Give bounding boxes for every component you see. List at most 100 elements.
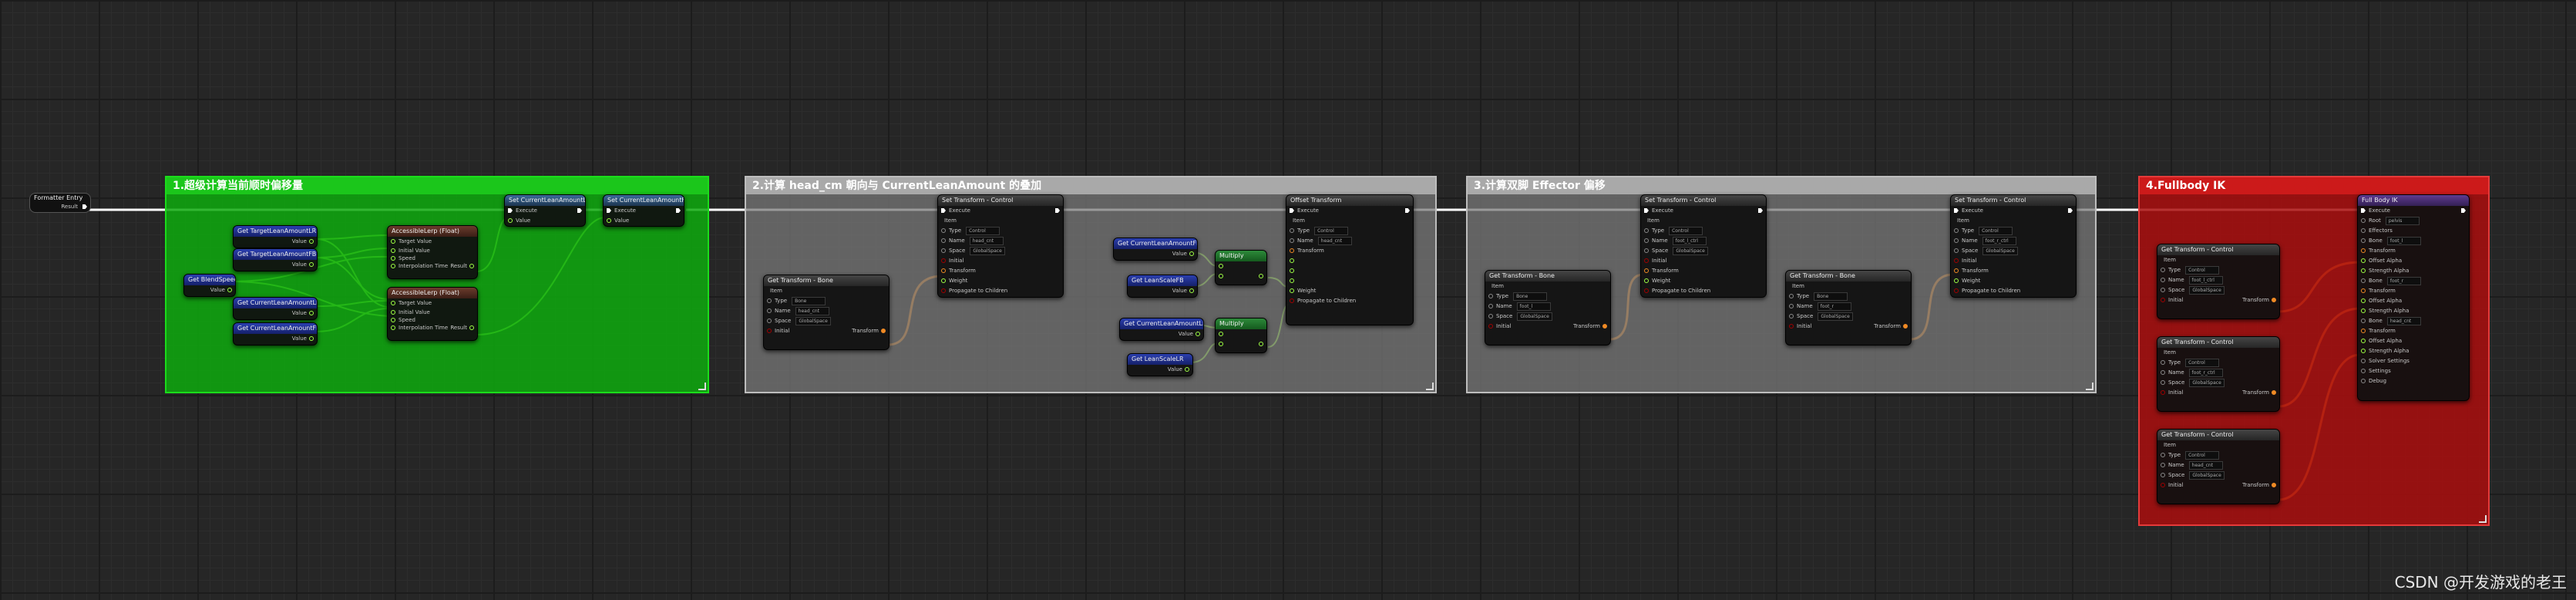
value-pin[interactable]: [607, 218, 611, 223]
propagate-pin[interactable]: [941, 288, 946, 293]
offset-alpha-pin-2[interactable]: [2361, 298, 2366, 303]
result-out-pin[interactable]: [1259, 342, 1263, 346]
speed-pin[interactable]: [391, 256, 395, 261]
value-out-pin[interactable]: [309, 262, 314, 267]
initial-pin[interactable]: [1488, 324, 1493, 329]
set-transform-control-node[interactable]: Set Transform - Control Execute Item Typ…: [937, 194, 1064, 298]
resize-handle[interactable]: [2086, 383, 2093, 390]
transform-in-pin[interactable]: [1954, 268, 1959, 273]
space-pin[interactable]: [1954, 248, 1959, 253]
b-pin[interactable]: [1219, 274, 1223, 278]
initial-pin[interactable]: [2161, 298, 2165, 302]
name-value[interactable]: foot_l_ctrl: [1672, 236, 1707, 245]
x-pin[interactable]: [1290, 258, 1294, 263]
speed-pin[interactable]: [391, 318, 395, 322]
get-transform-control-node-1[interactable]: Get Transform - Control Item Type Control…: [2157, 244, 2280, 319]
value-out-pin[interactable]: [1196, 332, 1200, 336]
name-pin[interactable]: [767, 308, 772, 313]
formatter-entry-node[interactable]: Formatter Entry Result: [29, 193, 91, 213]
bone-value[interactable]: head_cnt: [2386, 316, 2421, 325]
z-pin[interactable]: [1290, 278, 1294, 283]
type-pin[interactable]: [1789, 294, 1794, 298]
initial-pin[interactable]: [941, 258, 946, 263]
set-transform-foot-l-node[interactable]: Set Transform - Control Execute Item Typ…: [1640, 194, 1767, 298]
exec-in-pin[interactable]: [607, 208, 611, 213]
name-value[interactable]: head_cnt: [795, 306, 829, 315]
space-value[interactable]: GlobalSpace: [2189, 285, 2225, 295]
propagate-pin[interactable]: [1290, 298, 1294, 303]
space-value[interactable]: GlobalSpace: [1982, 246, 2018, 255]
solver-settings-pin[interactable]: [2361, 359, 2366, 363]
space-pin[interactable]: [2161, 288, 2165, 292]
type-value[interactable]: Control: [2185, 265, 2220, 275]
get-blend-speed-node[interactable]: Get BlendSpeed Value: [183, 274, 236, 297]
type-pin[interactable]: [1488, 294, 1493, 298]
name-pin[interactable]: [2161, 463, 2165, 467]
initial-pin[interactable]: [391, 248, 395, 253]
result-out-pin[interactable]: [1259, 274, 1263, 278]
value-pin[interactable]: [508, 218, 513, 223]
exec-in-pin[interactable]: [508, 208, 513, 213]
bone-pin-1[interactable]: [2361, 238, 2366, 243]
space-value[interactable]: GlobalSpace: [795, 316, 831, 325]
space-pin[interactable]: [1488, 314, 1493, 319]
transform-in-pin[interactable]: [1644, 268, 1649, 273]
value-out-pin[interactable]: [309, 336, 314, 341]
transform-out-pin[interactable]: [2272, 483, 2276, 487]
exec-in-pin[interactable]: [1644, 208, 1649, 213]
exec-in-pin[interactable]: [1290, 208, 1294, 213]
offset-transform-node[interactable]: Offset Transform Execute Item Type Contro…: [1286, 194, 1414, 325]
type-value[interactable]: Control: [1979, 226, 2013, 235]
weight-pin[interactable]: [941, 278, 946, 283]
interp-fb-node[interactable]: AccessibleLerp (Float) Target Value Init…: [387, 287, 478, 341]
name-pin[interactable]: [1290, 238, 1294, 243]
bone-value[interactable]: foot_r: [2386, 276, 2421, 285]
target-pin[interactable]: [391, 301, 395, 305]
name-value[interactable]: head_cnt: [969, 236, 1004, 245]
space-pin[interactable]: [1644, 248, 1649, 253]
value-out-pin[interactable]: [227, 288, 232, 292]
bone-pin-2[interactable]: [2361, 278, 2366, 283]
initial-pin[interactable]: [2161, 483, 2165, 487]
value-out-pin[interactable]: [1189, 288, 1194, 293]
value-out-pin[interactable]: [309, 239, 314, 244]
space-pin[interactable]: [2161, 473, 2165, 477]
name-pin[interactable]: [2161, 278, 2165, 282]
name-value[interactable]: head_cnt: [2188, 460, 2223, 470]
get-transform-foot-r-node[interactable]: Get Transform - Bone Item Type Bone Name f…: [1785, 270, 1912, 346]
space-value[interactable]: GlobalSpace: [1818, 312, 1853, 321]
get-lean-scale-fb-node[interactable]: Get LeanScaleFB Value: [1127, 275, 1198, 298]
multiply-node-2[interactable]: Multiply: [1215, 318, 1267, 353]
type-pin[interactable]: [767, 298, 772, 303]
resize-handle[interactable]: [2479, 515, 2487, 523]
y-pin[interactable]: [1290, 268, 1294, 273]
get-current-lr-node-2[interactable]: Get CurrentLeanAmountLR Value: [1119, 318, 1204, 341]
exec-in-pin[interactable]: [2361, 208, 2366, 213]
propagate-pin[interactable]: [1644, 288, 1649, 293]
transform-out-pin[interactable]: [2272, 390, 2276, 395]
type-pin[interactable]: [1644, 228, 1649, 233]
exec-out-pin[interactable]: [1405, 208, 1410, 213]
bone-pin-3[interactable]: [2361, 319, 2366, 323]
get-target-fb-node[interactable]: Get TargetLeanAmountFB Value: [233, 248, 318, 271]
name-value[interactable]: foot_r_ctrl: [1982, 236, 2016, 245]
settings-pin[interactable]: [2361, 369, 2366, 373]
exec-out-pin[interactable]: [1055, 208, 1060, 213]
initial-pin[interactable]: [1789, 324, 1794, 329]
type-value[interactable]: Control: [1314, 226, 1349, 235]
type-value[interactable]: Control: [2185, 450, 2220, 460]
type-pin[interactable]: [2161, 453, 2165, 457]
exec-out-pin[interactable]: [2461, 208, 2466, 213]
type-pin[interactable]: [2161, 268, 2165, 272]
root-value[interactable]: pelvis: [2385, 216, 2420, 225]
type-pin[interactable]: [1290, 228, 1294, 233]
strength-alpha-pin-2[interactable]: [2361, 308, 2366, 313]
initial-pin[interactable]: [1644, 258, 1649, 263]
strength-alpha-pin-3[interactable]: [2361, 349, 2366, 353]
resize-handle[interactable]: [698, 383, 706, 390]
space-value[interactable]: GlobalSpace: [2189, 470, 2225, 480]
exec-out-pin[interactable]: [82, 204, 87, 209]
time-pin[interactable]: [391, 325, 395, 330]
space-value[interactable]: GlobalSpace: [2189, 378, 2225, 387]
transform-out-pin[interactable]: [881, 329, 886, 333]
